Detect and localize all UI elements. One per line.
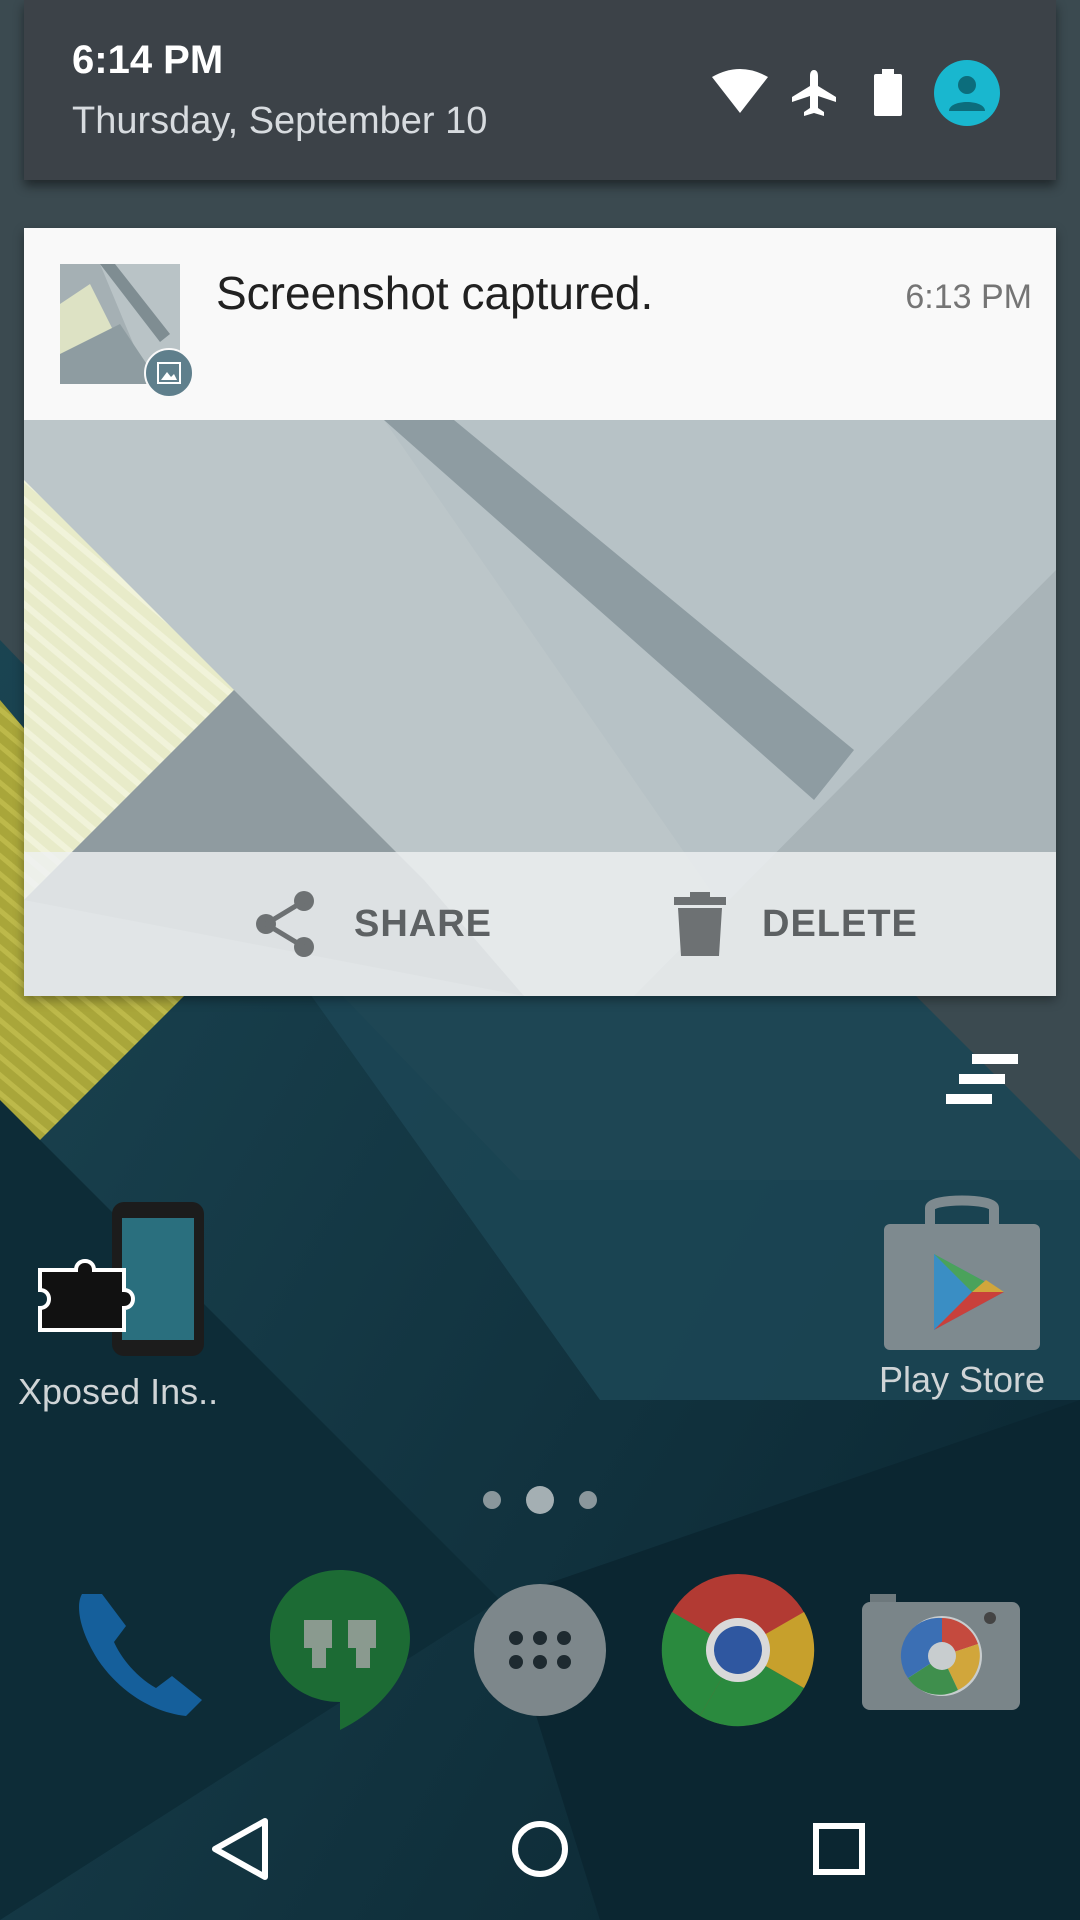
camera-icon[interactable] [862, 1578, 1020, 1710]
back-icon[interactable] [186, 1794, 296, 1904]
wifi-icon [712, 65, 768, 121]
app-drawer-icon[interactable] [472, 1582, 608, 1718]
share-button[interactable]: SHARE [254, 852, 492, 996]
app-label: Play Store [878, 1359, 1046, 1400]
notification-header[interactable]: Screenshot captured. 6:13 PM [24, 228, 1056, 420]
app-play-store[interactable]: Play Store [862, 1194, 1062, 1401]
status-icons [712, 60, 1000, 126]
screenshot-notification[interactable]: Screenshot captured. 6:13 PM SHARE DELET… [24, 228, 1056, 996]
delete-label: DELETE [762, 902, 918, 945]
page-indicator [483, 1486, 597, 1514]
airplane-mode-icon [786, 65, 842, 121]
share-icon [256, 891, 314, 957]
play-store-icon [884, 1195, 1040, 1350]
image-icon [144, 348, 194, 398]
date: Thursday, September 10 [72, 100, 488, 142]
app-label: Xposed Ins.. [18, 1371, 219, 1412]
clear-all-icon[interactable] [946, 1052, 1018, 1106]
delete-button[interactable]: DELETE [674, 852, 918, 996]
notification-title: Screenshot captured. [216, 267, 654, 319]
phone-icon[interactable] [68, 1580, 208, 1720]
hangouts-icon[interactable] [270, 1570, 410, 1730]
notification-actions: SHARE DELETE [24, 852, 1056, 996]
recents-icon[interactable] [784, 1794, 894, 1904]
chrome-icon[interactable] [660, 1572, 816, 1728]
trash-icon [674, 892, 726, 956]
navigation-bar [0, 1776, 1080, 1920]
home-icon[interactable] [485, 1794, 595, 1904]
user-avatar-icon[interactable] [934, 60, 1000, 126]
notification-time: 6:13 PM [905, 278, 1032, 316]
share-label: SHARE [354, 902, 493, 945]
clock: 6:14 PM [72, 38, 224, 82]
xposed-installer-icon [38, 1202, 204, 1356]
status-header: 6:14 PM Thursday, September 10 [24, 0, 1056, 180]
battery-icon [860, 65, 916, 121]
app-xposed-installer[interactable]: Xposed Ins.. [18, 1200, 218, 1413]
